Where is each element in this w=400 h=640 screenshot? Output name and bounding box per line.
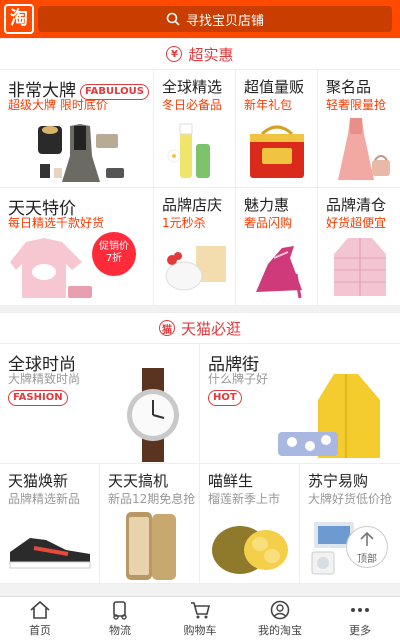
smartphone-image xyxy=(126,512,176,580)
tile-title: 全球精选 xyxy=(162,78,223,96)
search-placeholder: 寻找宝贝店铺 xyxy=(185,13,264,29)
back-to-top-label: 顶部 xyxy=(357,554,377,565)
tile-brand-anniversary[interactable]: 品牌店庆 1元秒杀 xyxy=(154,188,236,306)
search-bar[interactable]: 寻找宝贝店铺 xyxy=(38,6,392,32)
truck-icon xyxy=(113,600,127,620)
nav-home[interactable]: 首页 xyxy=(0,597,80,640)
cosmetics-image xyxy=(167,123,210,178)
tile-fresh-food[interactable]: 喵鲜生 榴莲新季上市 xyxy=(200,464,300,584)
tile-daily-deals[interactable]: 天天特价 每日精选千款好货 促销价 7折 xyxy=(0,188,154,306)
coupon-icon: ¥ xyxy=(166,46,183,62)
tmall-icon: 猫 xyxy=(158,320,175,336)
dress-image xyxy=(338,118,390,180)
tile-luxury[interactable]: 聚名品 轻奢限量抢 xyxy=(318,70,400,188)
tile-global-select[interactable]: 全球精选 冬日必备品 xyxy=(154,70,236,188)
tile-suning[interactable]: 苏宁易购 大牌好货低价抢 xyxy=(300,464,400,584)
tile-title: 品牌店庆 xyxy=(162,196,223,214)
gift-box-image xyxy=(250,125,304,178)
tile-subtitle: 品牌精选新品 xyxy=(8,492,81,506)
fashion-badge: FASHION xyxy=(8,390,68,406)
promo-badge: 促销价 7折 xyxy=(92,232,136,276)
section-title: 天猫必逛 xyxy=(180,319,241,338)
tile-subtitle: 轻奢限量抢 xyxy=(326,98,387,112)
tile-subtitle: 超级大牌 限时底价 xyxy=(8,98,108,112)
heel-shoe-image xyxy=(256,246,302,299)
tile-title: 天天搞机 xyxy=(108,472,169,490)
nav-label: 首页 xyxy=(29,623,51,637)
section-bar-bargains: ¥ 超实惠 xyxy=(0,38,400,70)
tile-subtitle: 1元秒杀 xyxy=(162,216,206,230)
yogurt-maker-image xyxy=(165,246,226,291)
tile-subtitle: 奢品闪购 xyxy=(244,216,293,230)
nav-label: 购物车 xyxy=(183,623,217,637)
cart-icon xyxy=(191,601,211,618)
nav-my-taobao[interactable]: 我的淘宝 xyxy=(240,597,320,640)
nav-label: 更多 xyxy=(349,623,371,637)
tile-title: 品牌清仓 xyxy=(326,196,387,214)
tile-bulk-value[interactable]: 超值量贩 新年礼包 xyxy=(236,70,318,188)
tile-brand-clearance[interactable]: 品牌清仓 好货超便宜 xyxy=(318,188,400,306)
tile-subtitle: 冬日必备品 xyxy=(162,98,223,112)
section-title: 超实惠 xyxy=(188,45,234,64)
section-bar-tmall: 猫 天猫必逛 xyxy=(0,312,400,344)
tile-subtitle: 新品12期免息抢 xyxy=(108,492,196,506)
nav-logistics[interactable]: 物流 xyxy=(80,597,160,640)
user-icon xyxy=(270,600,290,619)
back-to-top-button[interactable]: 顶部 xyxy=(346,526,388,568)
top-header: 淘 寻找宝贝店铺 xyxy=(0,0,400,38)
taobao-logo[interactable]: 淘 xyxy=(4,4,34,34)
more-icon xyxy=(351,607,369,612)
tile-subtitle: 每日精选千款好货 xyxy=(8,216,105,230)
down-jacket-image xyxy=(334,238,386,296)
tile-title: 苏宁易购 xyxy=(308,472,369,490)
tile-title: 超值量贩 xyxy=(244,78,305,96)
bottom-nav: 首页 物流 购物车 我的淘宝 更多 xyxy=(0,596,400,640)
tile-title: 聚名品 xyxy=(326,78,372,96)
nav-label: 我的淘宝 xyxy=(258,623,302,637)
tile-subtitle: 大牌好货低价抢 xyxy=(308,492,393,506)
tile-fabulous[interactable]: 非常大牌 FABULOUS 超级大牌 限时底价 xyxy=(0,70,154,188)
nav-label: 物流 xyxy=(109,623,131,637)
nav-more[interactable]: 更多 xyxy=(320,597,400,640)
tile-subtitle: 大牌精致时尚 xyxy=(8,372,81,386)
yellow-coat-image xyxy=(278,374,380,458)
tile-title: 喵鲜生 xyxy=(208,472,254,490)
tile-phone-deals[interactable]: 天天搞机 新品12期免息抢 xyxy=(100,464,200,584)
tile-global-fashion[interactable]: 全球时尚 大牌精致时尚 FASHION xyxy=(0,344,200,464)
tile-subtitle: 好货超便宜 xyxy=(326,216,387,230)
fashion-products-image xyxy=(38,124,124,182)
tile-tmall-new[interactable]: 天猫焕新 品牌精选新品 xyxy=(0,464,100,584)
hot-badge: HOT xyxy=(208,390,242,406)
tile-title: 天猫焕新 xyxy=(8,472,69,490)
home-icon xyxy=(30,600,50,619)
search-icon xyxy=(166,12,180,26)
bottom-spacer xyxy=(0,584,400,596)
nav-cart[interactable]: 购物车 xyxy=(160,597,240,640)
sweater-image xyxy=(10,238,92,298)
tile-title: 魅力惠 xyxy=(244,196,290,214)
watch-image xyxy=(127,368,179,462)
tile-subtitle: 什么牌子好 xyxy=(208,372,269,386)
arrow-up-icon xyxy=(360,531,374,546)
tile-brand-street[interactable]: 品牌街 什么牌子好 HOT xyxy=(200,344,400,464)
tile-subtitle: 榴莲新季上市 xyxy=(208,492,281,506)
tile-charm-sale[interactable]: 魅力惠 奢品闪购 xyxy=(236,188,318,306)
sneaker-image xyxy=(9,538,91,569)
durian-image xyxy=(212,526,288,574)
tile-subtitle: 新年礼包 xyxy=(244,98,293,112)
